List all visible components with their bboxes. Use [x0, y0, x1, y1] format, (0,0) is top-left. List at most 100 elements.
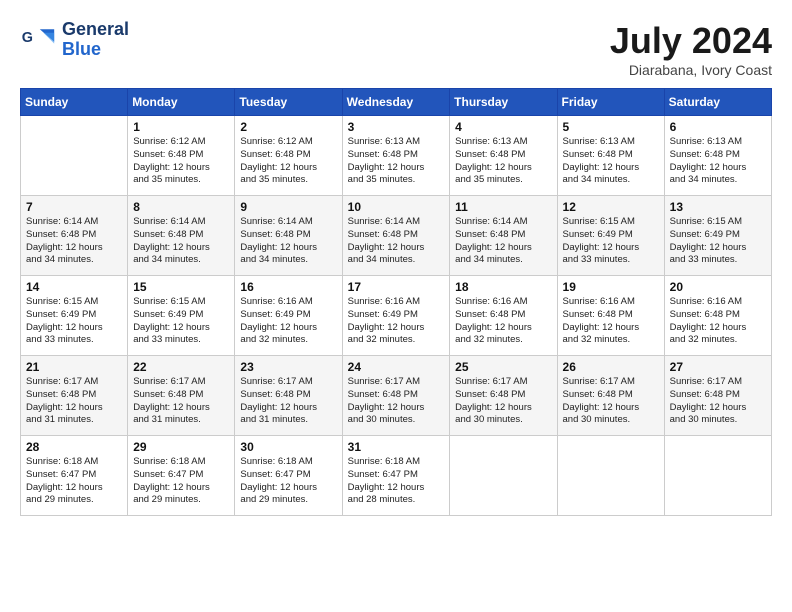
calendar-cell: 19Sunrise: 6:16 AM Sunset: 6:48 PM Dayli…	[557, 276, 664, 356]
day-info: Sunrise: 6:17 AM Sunset: 6:48 PM Dayligh…	[348, 376, 445, 427]
calendar-cell: 22 Sunrise: 6:17 AM Sunset: 6:48 PM Dayli…	[128, 356, 235, 436]
logo-line1: General	[62, 20, 129, 40]
dow-header-thursday: Thursday	[450, 89, 557, 116]
day-number: 12	[563, 200, 659, 214]
dow-header-tuesday: Tuesday	[235, 89, 342, 116]
day-number: 19	[563, 280, 659, 294]
day-info: Sunrise: 6:14 AM Sunset: 6:48 PM Dayligh…	[455, 216, 551, 267]
day-info: Sunrise: 6:18 AM Sunset: 6:47 PM Dayligh…	[348, 456, 445, 507]
day-number: 31	[348, 440, 445, 454]
week-row-3: 14Sunrise: 6:15 AM Sunset: 6:49 PM Dayli…	[21, 276, 772, 356]
day-info: Sunrise: 6:17 AM Sunset: 6:48 PM Dayligh…	[455, 376, 551, 427]
calendar-cell	[450, 436, 557, 516]
day-info: Sunrise: 6:15 AM Sunset: 6:49 PM Dayligh…	[563, 216, 659, 267]
calendar-cell: 30Sunrise: 6:18 AM Sunset: 6:47 PM Dayli…	[235, 436, 342, 516]
week-row-1: 1 Sunrise: 6:12 AM Sunset: 6:48 PM Daylig…	[21, 116, 772, 196]
day-info: Sunrise: 6:17 AM Sunset: 6:48 PM Dayligh…	[670, 376, 766, 427]
day-number: 2	[240, 120, 336, 134]
dow-header-wednesday: Wednesday	[342, 89, 450, 116]
day-number: 7	[26, 200, 122, 214]
day-info: Sunrise: 6:13 AM Sunset: 6:48 PM Dayligh…	[348, 136, 445, 187]
calendar-cell: 20 Sunrise: 6:16 AM Sunset: 6:48 PM Dayli…	[664, 276, 771, 356]
dow-header-sunday: Sunday	[21, 89, 128, 116]
day-info: Sunrise: 6:16 AM Sunset: 6:48 PM Dayligh…	[455, 296, 551, 347]
day-info: Sunrise: 6:13 AM Sunset: 6:48 PM Dayligh…	[455, 136, 551, 187]
day-info: Sunrise: 6:14 AM Sunset: 6:48 PM Dayligh…	[240, 216, 336, 267]
logo-text: General Blue	[62, 20, 129, 60]
day-info: Sunrise: 6:18 AM Sunset: 6:47 PM Dayligh…	[26, 456, 122, 507]
calendar-cell	[557, 436, 664, 516]
day-number: 21	[26, 360, 122, 374]
day-number: 3	[348, 120, 445, 134]
day-number: 18	[455, 280, 551, 294]
day-info: Sunrise: 6:12 AM Sunset: 6:48 PM Dayligh…	[240, 136, 336, 187]
calendar-cell: 6Sunrise: 6:13 AM Sunset: 6:48 PM Daylig…	[664, 116, 771, 196]
page-header: G General Blue July 2024 Diarabana, Ivor…	[20, 20, 772, 78]
day-info: Sunrise: 6:17 AM Sunset: 6:48 PM Dayligh…	[26, 376, 122, 427]
location: Diarabana, Ivory Coast	[610, 62, 772, 78]
day-number: 29	[133, 440, 229, 454]
day-number: 4	[455, 120, 551, 134]
day-info: Sunrise: 6:18 AM Sunset: 6:47 PM Dayligh…	[133, 456, 229, 507]
calendar-cell: 28 Sunrise: 6:18 AM Sunset: 6:47 PM Dayli…	[21, 436, 128, 516]
dow-header-monday: Monday	[128, 89, 235, 116]
calendar-cell: 13Sunrise: 6:15 AM Sunset: 6:49 PM Dayli…	[664, 196, 771, 276]
day-info: Sunrise: 6:14 AM Sunset: 6:48 PM Dayligh…	[133, 216, 229, 267]
calendar-cell: 24Sunrise: 6:17 AM Sunset: 6:48 PM Dayli…	[342, 356, 450, 436]
day-number: 16	[240, 280, 336, 294]
calendar-cell: 27 Sunrise: 6:17 AM Sunset: 6:48 PM Dayli…	[664, 356, 771, 436]
calendar-cell: 10 Sunrise: 6:14 AM Sunset: 6:48 PM Dayli…	[342, 196, 450, 276]
calendar-cell: 16 Sunrise: 6:16 AM Sunset: 6:49 PM Dayli…	[235, 276, 342, 356]
day-info: Sunrise: 6:17 AM Sunset: 6:48 PM Dayligh…	[240, 376, 336, 427]
calendar-cell: 23 Sunrise: 6:17 AM Sunset: 6:48 PM Dayli…	[235, 356, 342, 436]
day-info: Sunrise: 6:17 AM Sunset: 6:48 PM Dayligh…	[133, 376, 229, 427]
dow-header-friday: Friday	[557, 89, 664, 116]
day-number: 1	[133, 120, 229, 134]
day-info: Sunrise: 6:17 AM Sunset: 6:48 PM Dayligh…	[563, 376, 659, 427]
day-info: Sunrise: 6:13 AM Sunset: 6:48 PM Dayligh…	[563, 136, 659, 187]
title-block: July 2024 Diarabana, Ivory Coast	[610, 20, 772, 78]
day-info: Sunrise: 6:14 AM Sunset: 6:48 PM Dayligh…	[26, 216, 122, 267]
calendar-cell: 1 Sunrise: 6:12 AM Sunset: 6:48 PM Daylig…	[128, 116, 235, 196]
day-number: 26	[563, 360, 659, 374]
calendar-cell: 21 Sunrise: 6:17 AM Sunset: 6:48 PM Dayli…	[21, 356, 128, 436]
calendar-cell: 2 Sunrise: 6:12 AM Sunset: 6:48 PM Daylig…	[235, 116, 342, 196]
logo-icon: G	[20, 22, 56, 58]
day-info: Sunrise: 6:14 AM Sunset: 6:48 PM Dayligh…	[348, 216, 445, 267]
calendar-cell: 14Sunrise: 6:15 AM Sunset: 6:49 PM Dayli…	[21, 276, 128, 356]
week-row-2: 7 Sunrise: 6:14 AM Sunset: 6:48 PM Daylig…	[21, 196, 772, 276]
day-number: 27	[670, 360, 766, 374]
calendar-cell	[664, 436, 771, 516]
calendar-cell	[21, 116, 128, 196]
day-info: Sunrise: 6:15 AM Sunset: 6:49 PM Dayligh…	[670, 216, 766, 267]
calendar-cell: 12 Sunrise: 6:15 AM Sunset: 6:49 PM Dayli…	[557, 196, 664, 276]
calendar-table: SundayMondayTuesdayWednesdayThursdayFrid…	[20, 88, 772, 516]
day-info: Sunrise: 6:15 AM Sunset: 6:49 PM Dayligh…	[26, 296, 122, 347]
day-number: 25	[455, 360, 551, 374]
day-number: 8	[133, 200, 229, 214]
day-number: 10	[348, 200, 445, 214]
day-of-week-header: SundayMondayTuesdayWednesdayThursdayFrid…	[21, 89, 772, 116]
day-number: 6	[670, 120, 766, 134]
day-number: 23	[240, 360, 336, 374]
day-info: Sunrise: 6:16 AM Sunset: 6:49 PM Dayligh…	[240, 296, 336, 347]
day-number: 28	[26, 440, 122, 454]
day-info: Sunrise: 6:12 AM Sunset: 6:48 PM Dayligh…	[133, 136, 229, 187]
day-number: 9	[240, 200, 336, 214]
day-number: 22	[133, 360, 229, 374]
calendar-cell: 9 Sunrise: 6:14 AM Sunset: 6:48 PM Daylig…	[235, 196, 342, 276]
calendar-cell: 7 Sunrise: 6:14 AM Sunset: 6:48 PM Daylig…	[21, 196, 128, 276]
calendar-cell: 4 Sunrise: 6:13 AM Sunset: 6:48 PM Daylig…	[450, 116, 557, 196]
day-number: 20	[670, 280, 766, 294]
dow-header-saturday: Saturday	[664, 89, 771, 116]
day-number: 17	[348, 280, 445, 294]
day-info: Sunrise: 6:16 AM Sunset: 6:48 PM Dayligh…	[670, 296, 766, 347]
calendar-cell: 26 Sunrise: 6:17 AM Sunset: 6:48 PM Dayli…	[557, 356, 664, 436]
calendar-cell: 5Sunrise: 6:13 AM Sunset: 6:48 PM Daylig…	[557, 116, 664, 196]
calendar-cell: 3 Sunrise: 6:13 AM Sunset: 6:48 PM Daylig…	[342, 116, 450, 196]
day-info: Sunrise: 6:15 AM Sunset: 6:49 PM Dayligh…	[133, 296, 229, 347]
calendar-cell: 29 Sunrise: 6:18 AM Sunset: 6:47 PM Dayli…	[128, 436, 235, 516]
calendar-cell: 31 Sunrise: 6:18 AM Sunset: 6:47 PM Dayli…	[342, 436, 450, 516]
svg-text:G: G	[22, 30, 33, 46]
day-info: Sunrise: 6:16 AM Sunset: 6:49 PM Dayligh…	[348, 296, 445, 347]
